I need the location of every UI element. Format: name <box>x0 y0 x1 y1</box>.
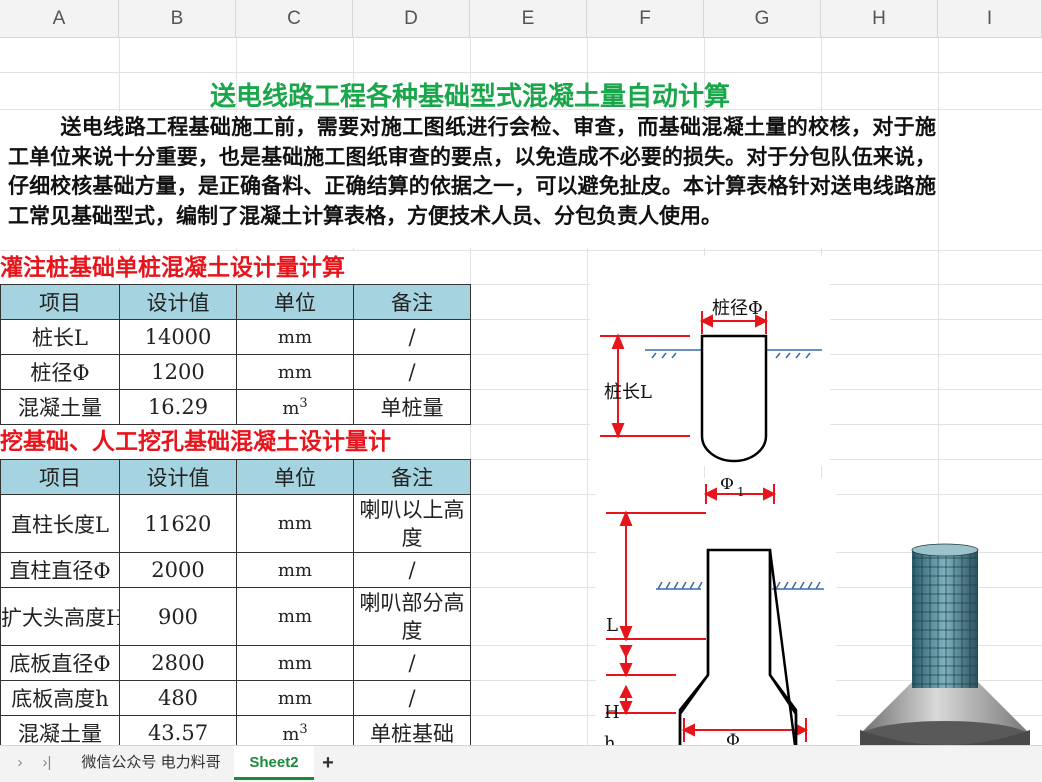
table-cell[interactable]: 单桩基础 <box>353 715 471 745</box>
table-cell[interactable]: 14000 <box>119 319 237 355</box>
excavated-table[interactable]: 项目 设计值 单位 备注 直柱长度L 11620 mm 喇叭以上高度 直柱直径Φ… <box>0 459 471 745</box>
tab-sheet1[interactable]: 微信公众号 电力料哥 <box>68 746 234 780</box>
table-cell[interactable]: 16.29 <box>119 389 237 425</box>
table-cell[interactable]: 2000 <box>119 552 237 588</box>
table-cell[interactable]: mm <box>236 680 354 716</box>
header-value[interactable]: 设计值 <box>119 459 237 495</box>
sheet-title[interactable]: 送电线路工程各种基础型式混凝土量自动计算 <box>60 76 880 113</box>
table-cell[interactable]: 喇叭部分高度 <box>353 587 471 646</box>
table-cell[interactable]: 混凝土量 <box>0 715 120 745</box>
header-value[interactable]: 设计值 <box>119 284 237 320</box>
table-cell[interactable]: 900 <box>119 587 237 646</box>
intro-paragraph[interactable]: 送电线路工程基础施工前，需要对施工图纸进行会检、审查，而基础混凝土量的校核，对于… <box>8 112 936 248</box>
column-header-e[interactable]: E <box>470 0 587 37</box>
pile-table[interactable]: 项目 设计值 单位 备注 桩长L 14000 mm / 桩径Φ 1200 mm … <box>0 284 471 425</box>
header-note[interactable]: 备注 <box>353 284 471 320</box>
table-cell[interactable]: 桩长L <box>0 319 120 355</box>
table-cell[interactable]: mm <box>236 645 354 681</box>
table-cell[interactable]: / <box>353 645 471 681</box>
column-header-c[interactable]: C <box>236 0 353 37</box>
top-diameter-sub: 1 <box>737 485 745 499</box>
last-sheet-icon[interactable]: ›| <box>36 746 58 780</box>
table-cell[interactable]: mm <box>236 354 354 390</box>
table-cell[interactable]: 单桩量 <box>353 389 471 425</box>
table-cell[interactable]: 底板高度h <box>0 680 120 716</box>
table-cell[interactable]: 直柱长度L <box>0 494 120 553</box>
table-cell[interactable]: m3 <box>236 389 354 425</box>
section1-title[interactable]: 灌注桩基础单桩混凝土设计量计算 <box>0 251 470 285</box>
sheet-tab-bar: › ›| 微信公众号 电力料哥 Sheet2 + <box>0 745 1042 782</box>
table-cell[interactable]: 底板直径Φ <box>0 645 120 681</box>
column-header-i[interactable]: I <box>938 0 1042 37</box>
table-cell[interactable]: 喇叭以上高度 <box>353 494 471 553</box>
header-item[interactable]: 项目 <box>0 284 120 320</box>
table-cell[interactable]: 480 <box>119 680 237 716</box>
column-header-a[interactable]: A <box>0 0 119 37</box>
table-cell[interactable]: 2800 <box>119 645 237 681</box>
header-unit[interactable]: 单位 <box>236 459 354 495</box>
column-header-h[interactable]: H <box>821 0 938 37</box>
column-header-g[interactable]: G <box>704 0 821 37</box>
sheet-grid[interactable]: 送电线路工程各种基础型式混凝土量自动计算 送电线路工程基础施工前，需要对施工图纸… <box>0 38 1042 745</box>
header-item[interactable]: 项目 <box>0 459 120 495</box>
table-cell[interactable]: mm <box>236 494 354 553</box>
pile-diagram[interactable]: 桩径Φ 桩长L <box>590 256 830 466</box>
table-cell[interactable]: / <box>353 319 471 355</box>
column-header-d[interactable]: D <box>353 0 470 37</box>
header-note[interactable]: 备注 <box>353 459 471 495</box>
tab-sheet2[interactable]: Sheet2 <box>234 746 314 780</box>
table-cell[interactable]: 直柱直径Φ <box>0 552 120 588</box>
add-sheet-button[interactable]: + <box>316 746 340 780</box>
table-cell[interactable]: 扩大头高度H <box>0 587 120 646</box>
table-cell[interactable]: 43.57 <box>119 715 237 745</box>
table-cell[interactable]: 桩径Φ <box>0 354 120 390</box>
column-header-b[interactable]: B <box>119 0 236 37</box>
table-cell[interactable]: 混凝土量 <box>0 389 120 425</box>
table-cell[interactable]: 1200 <box>119 354 237 390</box>
table-cell[interactable]: / <box>353 354 471 390</box>
column-length-label: L <box>606 615 618 636</box>
pile-diameter-label: 桩径Φ <box>712 298 763 319</box>
table-cell[interactable]: mm <box>236 587 354 646</box>
table-cell[interactable]: / <box>353 552 471 588</box>
foundation-3d-image[interactable] <box>850 504 1040 745</box>
footing-diagram[interactable]: Φ 1 L H h Φ <box>596 478 836 745</box>
pile-length-label: 桩长L <box>604 382 652 403</box>
table-cell[interactable]: / <box>353 680 471 716</box>
table-cell[interactable]: m3 <box>236 715 354 745</box>
column-header-f[interactable]: F <box>587 0 704 37</box>
table-cell[interactable]: mm <box>236 319 354 355</box>
header-unit[interactable]: 单位 <box>236 284 354 320</box>
base-height-label: h <box>604 733 616 745</box>
taper-height-label: H <box>604 702 620 723</box>
prev-sheet-icon[interactable]: › <box>12 746 28 780</box>
column-header-bar: A B C D E F G H I <box>0 0 1042 38</box>
table-cell[interactable]: 11620 <box>119 494 237 553</box>
table-cell[interactable]: mm <box>236 552 354 588</box>
bottom-diameter-label: Φ <box>726 731 740 745</box>
section2-title[interactable]: 挖基础、人工挖孔基础混凝土设计量计 <box>0 425 470 459</box>
top-diameter-label: Φ <box>720 478 734 494</box>
